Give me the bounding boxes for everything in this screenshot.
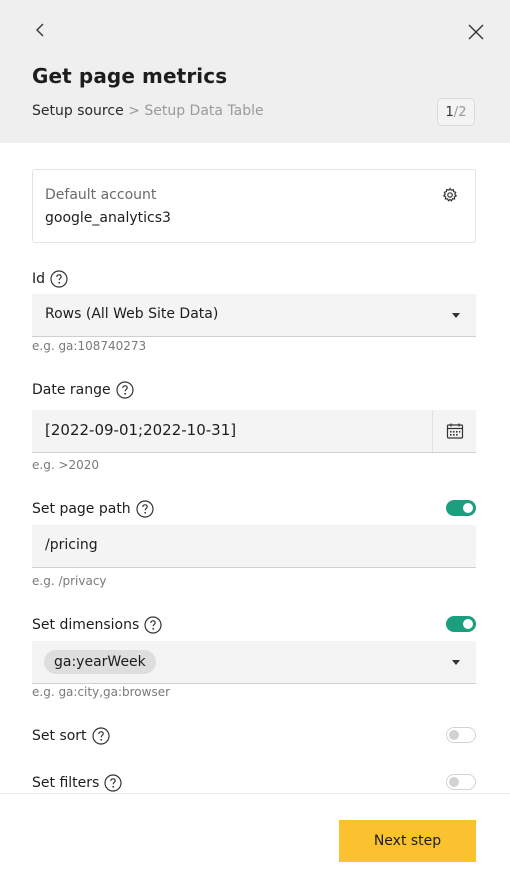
toggle-knob xyxy=(463,503,473,513)
page-path-label: Set page path xyxy=(32,500,154,518)
date-range-hint: e.g. >2020 xyxy=(32,458,100,472)
page-path-input[interactable]: /pricing xyxy=(32,525,476,568)
help-icon[interactable] xyxy=(136,500,154,518)
id-label: Id xyxy=(32,270,68,288)
account-value: google_analytics3 xyxy=(45,210,171,226)
breadcrumb-current: Setup source xyxy=(32,103,124,119)
dropdown-caret-icon xyxy=(452,313,460,318)
gear-icon xyxy=(442,187,458,202)
step-current: 1 xyxy=(445,104,454,120)
page-path-value: /pricing xyxy=(45,537,98,553)
id-select-value: Rows (All Web Site Data) xyxy=(45,306,219,322)
id-hint: e.g. ga:108740273 xyxy=(32,339,147,353)
account-label: Default account xyxy=(45,187,157,203)
help-icon[interactable] xyxy=(91,727,110,745)
step-indicator: 1 / 2 xyxy=(437,98,475,126)
page-title: Get page metrics xyxy=(32,64,228,88)
filters-label-text: Set filters xyxy=(32,775,100,791)
dimensions-label: Set dimensions xyxy=(32,616,162,634)
dimensions-label-text: Set dimensions xyxy=(32,617,140,633)
filters-label: Set filters xyxy=(32,774,122,792)
breadcrumb: Setup source > Setup Data Table xyxy=(32,103,264,119)
step-total: 2 xyxy=(458,104,467,120)
calendar-icon xyxy=(446,423,463,439)
dimensions-hint: e.g. ga:city,ga:browser xyxy=(32,685,171,699)
breadcrumb-next: Setup Data Table xyxy=(144,103,264,119)
help-icon[interactable] xyxy=(50,270,68,288)
close-icon xyxy=(468,24,484,40)
help-icon[interactable] xyxy=(144,616,162,634)
toggle-knob xyxy=(449,777,459,787)
sort-label-text: Set sort xyxy=(32,728,87,744)
filters-toggle[interactable] xyxy=(446,774,476,790)
dimensions-select[interactable]: ga:yearWeek xyxy=(32,641,476,684)
dimensions-toggle[interactable] xyxy=(446,616,476,632)
header: Get page metrics Setup source > Setup Da… xyxy=(0,0,510,143)
sort-toggle[interactable] xyxy=(446,727,476,743)
toggle-knob xyxy=(463,619,473,629)
date-range-label: Date range xyxy=(32,381,134,399)
toggle-knob xyxy=(449,730,459,740)
dropdown-caret-icon xyxy=(452,660,460,665)
date-range-label-text: Date range xyxy=(32,382,111,398)
footer: Next step xyxy=(0,793,510,888)
next-step-button[interactable]: Next step xyxy=(339,820,476,862)
close-button[interactable] xyxy=(464,20,488,44)
calendar-button[interactable] xyxy=(432,410,476,452)
back-chevron-icon xyxy=(36,23,44,37)
account-card: Default account google_analytics3 xyxy=(32,169,476,243)
breadcrumb-separator: > xyxy=(128,103,140,119)
back-button[interactable] xyxy=(28,18,52,42)
account-settings-button[interactable] xyxy=(439,184,461,206)
dimension-chip[interactable]: ga:yearWeek xyxy=(44,650,156,674)
page-path-toggle[interactable] xyxy=(446,500,476,516)
sort-label: Set sort xyxy=(32,727,110,745)
help-icon[interactable] xyxy=(104,774,122,792)
date-range-value: [2022-09-01;2022-10-31] xyxy=(45,421,237,439)
page-path-label-text: Set page path xyxy=(32,501,131,517)
id-label-text: Id xyxy=(32,271,46,287)
id-select[interactable]: Rows (All Web Site Data) xyxy=(32,294,476,337)
help-icon[interactable] xyxy=(116,381,134,399)
page-path-hint: e.g. /privacy xyxy=(32,574,107,588)
date-range-input[interactable]: [2022-09-01;2022-10-31] xyxy=(32,410,476,453)
